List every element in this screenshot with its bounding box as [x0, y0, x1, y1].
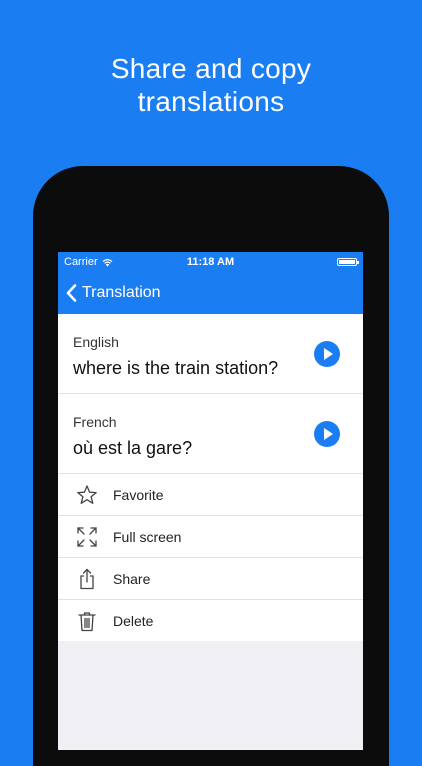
back-button[interactable]: Translation: [58, 284, 161, 302]
share-icon: [75, 567, 99, 591]
status-bar: Carrier 11:18 AM: [58, 252, 363, 272]
share-action[interactable]: Share: [58, 558, 363, 600]
back-label: Translation: [82, 284, 161, 301]
play-source-button[interactable]: [314, 341, 340, 367]
share-label: Share: [113, 570, 151, 587]
star-icon: [75, 483, 99, 507]
target-text: où est la gare?: [73, 438, 193, 458]
delete-label: Delete: [113, 612, 154, 629]
promo-headline: Share and copy translations: [0, 52, 422, 118]
target-language: French: [73, 414, 117, 430]
source-text: where is the train station?: [73, 358, 279, 378]
fullscreen-action[interactable]: Full screen: [58, 516, 363, 558]
promo-line-1: Share and copy: [110, 53, 312, 84]
favorite-action[interactable]: Favorite: [58, 474, 363, 516]
source-language: English: [73, 334, 119, 350]
app-screen: Carrier 11:18 AM Translation English whe…: [58, 252, 363, 750]
chevron-left-icon: [66, 284, 77, 302]
translation-card: English where is the train station? Fren…: [58, 314, 363, 641]
target-block: French où est la gare?: [58, 394, 363, 474]
delete-action[interactable]: Delete: [58, 600, 363, 641]
favorite-label: Favorite: [113, 486, 164, 503]
nav-bar: Translation: [58, 272, 363, 314]
promo-line-2: translations: [137, 86, 285, 117]
source-block: English where is the train station?: [58, 314, 363, 394]
expand-icon: [75, 525, 99, 549]
status-time: 11:18 AM: [186, 256, 235, 268]
trash-icon: [75, 609, 99, 633]
play-target-button[interactable]: [314, 421, 340, 447]
battery-icon: [337, 258, 359, 266]
fullscreen-label: Full screen: [113, 528, 182, 545]
